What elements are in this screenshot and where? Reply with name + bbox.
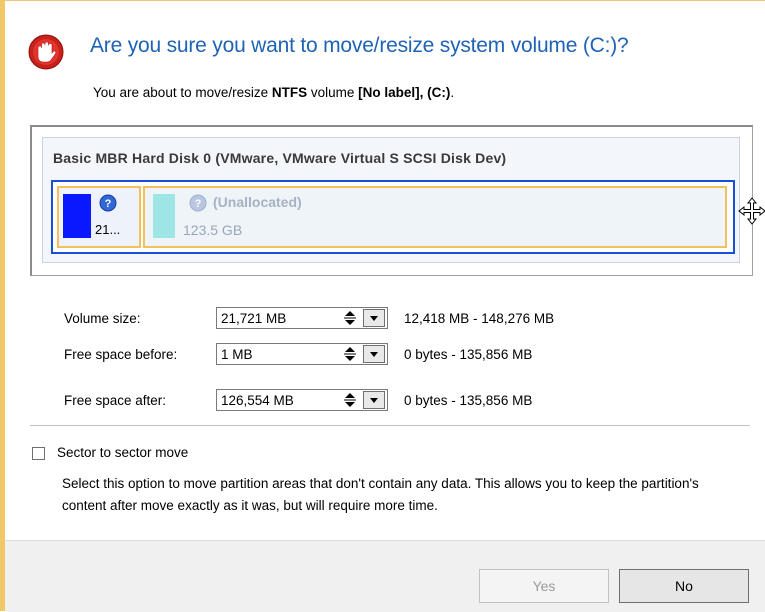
field-range: 12,418 MB - 148,276 MB [404,311,555,326]
field-range: 0 bytes - 135,856 MB [404,393,533,408]
disk-box: Basic MBR Hard Disk 0 (VMware, VMware Vi… [42,137,740,263]
button-bar: Yes No [5,540,765,612]
dropdown-button[interactable] [363,345,385,363]
field-label: Volume size: [64,311,141,326]
field-row-free-before: Free space before: 1 MB 0 bytes - 135,85… [64,343,664,367]
partition-c[interactable]: ? 21... [57,186,141,248]
no-button[interactable]: No [619,569,749,603]
window-frame-top [0,0,765,1]
move-cursor-icon [738,197,765,225]
question-icon: ? [189,194,207,212]
subtitle-volume: [No label], (C:) [358,85,451,100]
subtitle-prefix: You are about to move/resize [93,85,272,100]
spin-arrows-icon[interactable] [343,392,357,408]
field-row-free-after: Free space after: 126,554 MB 0 bytes - 1… [64,389,664,413]
partition-c-size: 21... [95,222,121,237]
warning-hand-icon [28,34,64,70]
field-value: 1 MB [221,347,253,362]
spin-arrows-icon[interactable] [343,346,357,362]
free-space-before-input[interactable]: 1 MB [216,343,388,365]
disk-map-panel: Basic MBR Hard Disk 0 (VMware, VMware Vi… [30,125,753,276]
field-row-volume-size: Volume size: 21,721 MB 12,418 MB - 148,2… [64,307,664,331]
separator [30,425,750,426]
dialog-subtitle: You are about to move/resize NTFS volume… [93,85,454,100]
window-frame-left [0,0,5,611]
subtitle-end: . [450,85,455,100]
unallocated-bar [153,194,175,238]
dropdown-button[interactable] [363,309,385,327]
field-label: Free space before: [64,347,178,362]
subtitle-filesystem: NTFS [271,85,308,100]
sector-to-sector-description: Select this option to move partition are… [62,476,699,513]
partition-c-usage-bar [63,194,91,238]
partition-strip[interactable]: ? 21... ? (Unallocated) 123.5 GB [51,180,735,254]
disk-title: Basic MBR Hard Disk 0 (VMware, VMware Vi… [53,150,507,166]
field-value: 21,721 MB [221,311,287,326]
free-space-after-input[interactable]: 126,554 MB [216,389,388,411]
spin-arrows-icon[interactable] [343,310,357,326]
sector-to-sector-checkbox[interactable] [32,447,45,460]
svg-text:?: ? [105,198,112,210]
yes-button[interactable]: Yes [479,569,609,603]
field-label: Free space after: [64,393,167,408]
volume-size-input[interactable]: 21,721 MB [216,307,388,329]
field-value: 126,554 MB [221,393,294,408]
field-range: 0 bytes - 135,856 MB [404,347,533,362]
svg-text:?: ? [195,198,202,210]
sector-to-sector-label[interactable]: Sector to sector move [57,445,188,460]
unallocated-size: 123.5 GB [183,222,243,238]
question-icon: ? [99,194,117,212]
dropdown-button[interactable] [363,391,385,409]
subtitle-middle: volume [307,85,359,100]
unallocated-label: (Unallocated) [213,194,302,210]
partition-unallocated[interactable]: ? (Unallocated) 123.5 GB [143,186,727,248]
dialog-title: Are you sure you want to move/resize sys… [90,34,629,57]
